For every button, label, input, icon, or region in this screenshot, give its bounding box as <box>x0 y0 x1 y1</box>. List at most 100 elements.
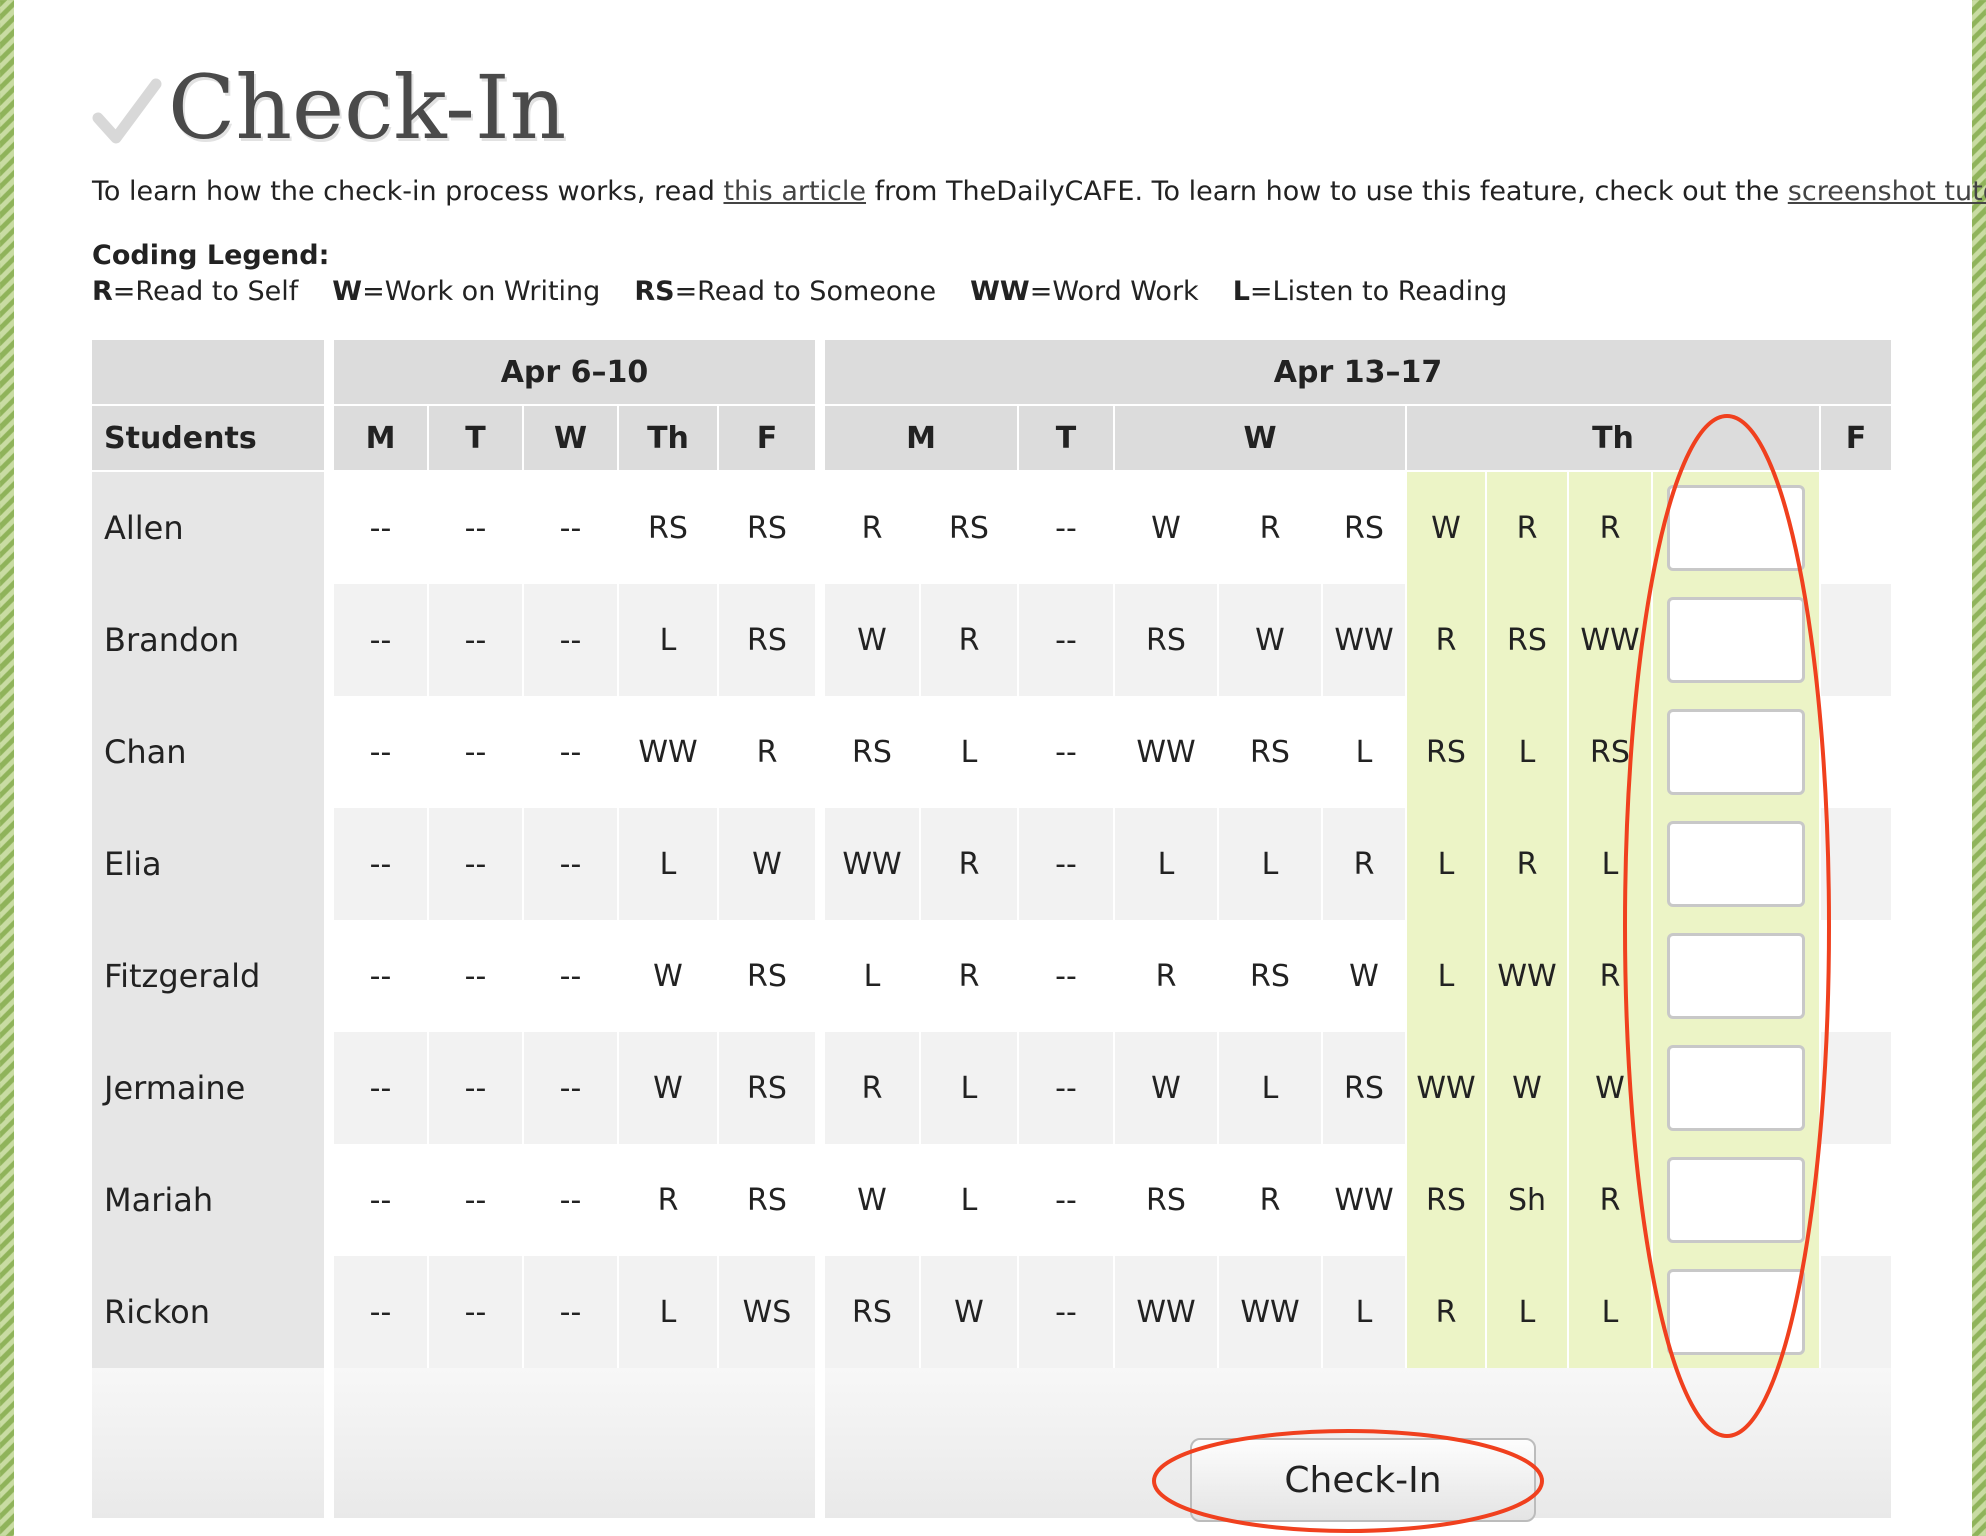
table-row: Chan -- -- -- WW R RS L -- WW RS L RS L RS <box>92 696 1893 808</box>
checkin-code-cell: -- <box>334 584 429 696</box>
friday-cell <box>1821 808 1893 920</box>
checkin-code-cell: -- <box>1019 1256 1115 1368</box>
legend-item-w: W=Work on Writing <box>332 276 600 307</box>
checkin-input[interactable] <box>1667 821 1805 907</box>
checkin-input[interactable] <box>1667 933 1805 1019</box>
checkin-input[interactable] <box>1667 597 1805 683</box>
checkin-input[interactable] <box>1667 1045 1805 1131</box>
checkin-code-cell: WW <box>825 808 921 920</box>
student-name: Allen <box>92 472 326 584</box>
checkin-input[interactable] <box>1667 1157 1805 1243</box>
checkin-code-cell: R <box>1219 472 1323 584</box>
checkin-code-cell: W <box>619 920 719 1032</box>
checkin-code-cell: -- <box>524 1144 619 1256</box>
checkin-code-cell: RS <box>719 1144 817 1256</box>
corner-header <box>92 340 326 406</box>
student-name: Fitzgerald <box>92 920 326 1032</box>
checkin-input[interactable] <box>1667 709 1805 795</box>
checkin-code-cell: R <box>1323 808 1407 920</box>
checkin-code-cell: -- <box>429 1256 524 1368</box>
tutorial-link[interactable]: screenshot tutorial <box>1788 176 1986 207</box>
checkin-input-cell <box>1653 1256 1821 1368</box>
checkin-code-cell: R <box>825 472 921 584</box>
checkin-code-cell: RS <box>1407 696 1487 808</box>
table-row: Jermaine -- -- -- W RS R L -- W L RS WW W W <box>92 1032 1893 1144</box>
checkin-code-cell: RS <box>1219 920 1323 1032</box>
day-header: W <box>524 406 619 472</box>
checkin-code-cell: -- <box>524 808 619 920</box>
friday-cell <box>1821 1032 1893 1144</box>
checkin-code-cell: R <box>1569 1144 1653 1256</box>
checkin-code-cell: RS <box>719 472 817 584</box>
checkin-code-cell: L <box>1569 1256 1653 1368</box>
day-header: Th <box>619 406 719 472</box>
checkin-code-cell: -- <box>1019 808 1115 920</box>
checkin-code-cell: W <box>1115 472 1219 584</box>
checkin-code-cell: -- <box>334 1256 429 1368</box>
checkin-code-cell: L <box>921 696 1019 808</box>
checkin-code-cell: -- <box>524 920 619 1032</box>
checkin-code-cell: -- <box>1019 472 1115 584</box>
checkin-code-cell: W <box>1115 1032 1219 1144</box>
student-name: Mariah <box>92 1144 326 1256</box>
legend-code: R <box>92 276 113 307</box>
checkin-input[interactable] <box>1667 1269 1805 1355</box>
checkin-code-cell: RS <box>1323 1032 1407 1144</box>
checkin-code-cell: L <box>1219 808 1323 920</box>
week-header-1: Apr 6–10 <box>334 340 817 406</box>
legend-item-l: L=Listen to Reading <box>1233 276 1508 307</box>
checkin-code-cell: -- <box>334 808 429 920</box>
checkin-code-cell: L <box>1487 696 1569 808</box>
checkin-code-cell: -- <box>429 1032 524 1144</box>
checkin-code-cell: RS <box>1115 584 1219 696</box>
article-link[interactable]: this article <box>723 176 866 207</box>
checkin-code-cell: -- <box>1019 920 1115 1032</box>
check-in-button[interactable]: Check-In <box>1190 1438 1536 1522</box>
checkin-code-cell: L <box>619 584 719 696</box>
friday-cell <box>1821 472 1893 584</box>
day-header: T <box>429 406 524 472</box>
day-header: T <box>1019 406 1115 472</box>
checkin-code-cell: R <box>1219 1144 1323 1256</box>
page-container: Check-In To learn how the check-in proce… <box>14 0 1986 1536</box>
legend-label: =Work on Writing <box>362 276 601 307</box>
checkin-code-cell: R <box>719 696 817 808</box>
friday-cell <box>1821 1256 1893 1368</box>
checkin-code-cell: RS <box>1115 1144 1219 1256</box>
checkin-code-cell: -- <box>1019 1032 1115 1144</box>
checkin-input[interactable] <box>1667 485 1805 571</box>
checkin-code-cell: -- <box>429 584 524 696</box>
checkin-code-cell: R <box>1407 584 1487 696</box>
table-row: Fitzgerald -- -- -- W RS L R -- R RS W L WW R <box>92 920 1893 1032</box>
checkin-code-cell: L <box>619 808 719 920</box>
checkin-code-cell: L <box>1487 1256 1569 1368</box>
checkin-code-cell: -- <box>1019 1144 1115 1256</box>
checkin-code-cell: L <box>825 920 921 1032</box>
checkin-input-cell <box>1653 696 1821 808</box>
legend-label: =Listen to Reading <box>1249 276 1508 307</box>
legend-code: WW <box>970 276 1030 307</box>
intro-text: To learn how the check-in process works,… <box>92 176 1986 207</box>
checkin-code-cell: R <box>921 808 1019 920</box>
checkin-code-cell: L <box>1323 696 1407 808</box>
friday-cell <box>1821 696 1893 808</box>
checkin-code-cell: -- <box>524 584 619 696</box>
checkin-code-cell: -- <box>334 472 429 584</box>
checkmark-icon <box>92 78 162 144</box>
checkin-code-cell: R <box>1487 808 1569 920</box>
day-header: W <box>1115 406 1407 472</box>
intro-middle: from TheDailyCAFE. To learn how to use t… <box>866 176 1788 207</box>
table-row: Elia -- -- -- L W WW R -- L L R L R L <box>92 808 1893 920</box>
checkin-code-cell: -- <box>524 696 619 808</box>
students-header: Students <box>92 406 326 472</box>
footer-cell <box>92 1368 326 1518</box>
checkin-code-cell: R <box>1487 472 1569 584</box>
checkin-code-cell: R <box>921 920 1019 1032</box>
checkin-code-cell: W <box>825 1144 921 1256</box>
checkin-input-cell <box>1653 472 1821 584</box>
checkin-code-cell: -- <box>429 920 524 1032</box>
friday-cell <box>1821 920 1893 1032</box>
checkin-code-cell: -- <box>429 696 524 808</box>
checkin-table: Apr 6–10 Apr 13–17 Students M T W Th F M… <box>92 340 1893 1518</box>
checkin-code-cell: W <box>1323 920 1407 1032</box>
